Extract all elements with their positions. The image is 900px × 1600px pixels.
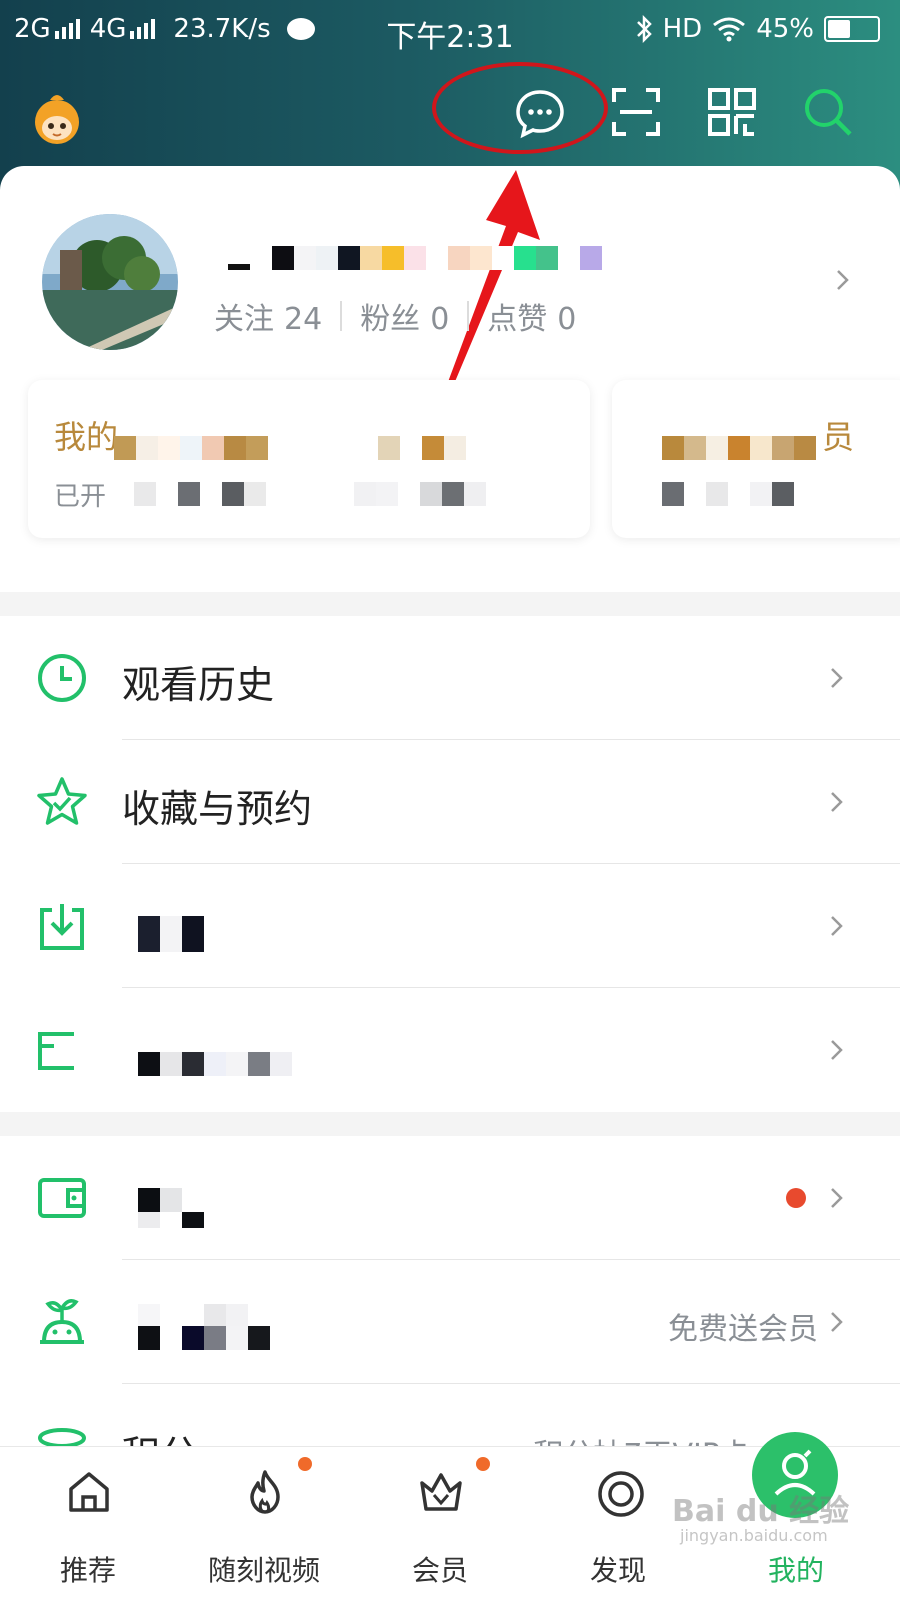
clock-icon xyxy=(38,654,86,702)
menu-item-wallet[interactable] xyxy=(0,1136,900,1260)
chevron-right-icon xyxy=(831,792,843,812)
card-title: 员 xyxy=(822,418,855,456)
my-vip-card[interactable]: 我的 已开 xyxy=(28,380,590,538)
fans-label: 粉丝 xyxy=(360,302,421,337)
wallet-icon xyxy=(38,1178,86,1218)
flame-icon xyxy=(250,1470,280,1514)
search-icon[interactable] xyxy=(802,86,854,138)
fans-stat[interactable]: 粉丝 0 xyxy=(360,294,449,338)
nav-label: 推荐 xyxy=(59,1554,116,1587)
nav-item-vip[interactable]: 会员 xyxy=(370,1447,510,1600)
username-pixelated xyxy=(228,246,602,270)
sprout-icon xyxy=(40,1299,84,1344)
nav-item-recommend[interactable]: 推荐 xyxy=(18,1447,158,1600)
coin-icon xyxy=(38,1428,86,1446)
divider xyxy=(467,301,470,331)
home-icon xyxy=(69,1472,109,1512)
menu-item-downloads[interactable] xyxy=(0,864,900,988)
menu-label: 收藏与预约 xyxy=(122,787,313,831)
bluetooth-icon xyxy=(636,15,652,43)
menu-label-pixelated xyxy=(138,1052,292,1076)
download-icon xyxy=(40,904,84,950)
wifi-icon xyxy=(713,17,746,42)
nav-item-video[interactable]: 随刻视频 xyxy=(194,1447,334,1600)
notification-dot xyxy=(786,1188,806,1208)
fans-count: 0 xyxy=(430,302,450,337)
card-icon xyxy=(38,1032,74,1070)
profile-stats: 关注 24 粉丝 0 点赞 0 xyxy=(214,294,576,338)
menu-item-favorites[interactable]: 收藏与预约 xyxy=(0,740,900,864)
follow-stat[interactable]: 关注 24 xyxy=(214,294,322,338)
likes-stat[interactable]: 点赞 0 xyxy=(487,294,576,338)
nav-label: 会员 xyxy=(411,1554,468,1587)
menu-label: 观看历史 xyxy=(122,663,275,707)
notification-dot xyxy=(298,1457,312,1471)
star-icon xyxy=(37,777,87,825)
watermark: Bai du 经验 xyxy=(672,1494,850,1529)
chevron-right-icon xyxy=(831,1312,843,1332)
menu-label-pixelated xyxy=(138,1326,270,1350)
card-subtitle-pixelated xyxy=(662,482,794,506)
crown-icon xyxy=(420,1473,462,1511)
chevron-right-icon xyxy=(831,668,843,688)
mascot-logo-icon[interactable] xyxy=(30,92,84,146)
menu-label: 积分 xyxy=(122,1424,198,1446)
menu-label-pixelated xyxy=(138,916,204,952)
avatar[interactable] xyxy=(42,214,178,350)
chevron-right-icon xyxy=(831,916,843,936)
discover-icon xyxy=(598,1471,644,1517)
nav-label: 发现 xyxy=(589,1554,646,1587)
annotation-arrow xyxy=(448,170,540,384)
menu-item-watch-history[interactable]: 观看历史 xyxy=(0,616,900,740)
menu-label-pixelated xyxy=(138,1188,204,1212)
likes-label: 点赞 xyxy=(487,302,548,337)
chevron-right-icon xyxy=(831,1188,843,1208)
annotation-circle xyxy=(432,62,608,154)
section-divider xyxy=(0,1112,900,1136)
chevron-right-icon xyxy=(831,1040,843,1060)
card-subtitle: 已开 xyxy=(54,482,107,512)
menu-label-pixelated xyxy=(138,1212,204,1228)
follow-label: 关注 xyxy=(214,302,274,337)
menu-item-card[interactable] xyxy=(0,988,900,1112)
battery-percent: 45% xyxy=(756,14,814,44)
card-subtitle-pixelated xyxy=(134,482,486,506)
card-title-pixelated xyxy=(662,436,816,460)
card-title: 我的 xyxy=(54,418,119,456)
scan-icon[interactable] xyxy=(610,86,662,138)
divider xyxy=(340,301,343,331)
nav-label: 随刻视频 xyxy=(207,1554,320,1587)
vip-card[interactable]: 员 xyxy=(612,380,900,538)
chevron-right-icon[interactable] xyxy=(830,268,854,292)
notification-dot xyxy=(476,1457,490,1471)
watermark-url: jingyan.baidu.com xyxy=(680,1526,828,1545)
status-bar: 2G 4G 23.7K/s 下午2:31 HD 45% xyxy=(0,0,900,62)
nav-item-discover[interactable]: 发现 xyxy=(548,1447,688,1600)
hd-indicator: HD xyxy=(662,14,703,44)
menu-label-pixelated xyxy=(138,1304,248,1328)
nav-label: 我的 xyxy=(767,1554,824,1587)
card-title-pixelated xyxy=(114,436,466,460)
free-vip-text: 免费送会员 xyxy=(668,1312,818,1347)
qrcode-icon[interactable] xyxy=(706,86,758,138)
section-divider xyxy=(0,592,900,616)
follow-count: 24 xyxy=(284,302,323,337)
likes-count: 0 xyxy=(557,302,577,337)
points-promo-text: 积分抽7天VIP卡 xyxy=(533,1430,750,1446)
menu-item-free-vip[interactable]: 免费送会员 xyxy=(0,1260,900,1384)
battery-icon xyxy=(824,16,880,42)
